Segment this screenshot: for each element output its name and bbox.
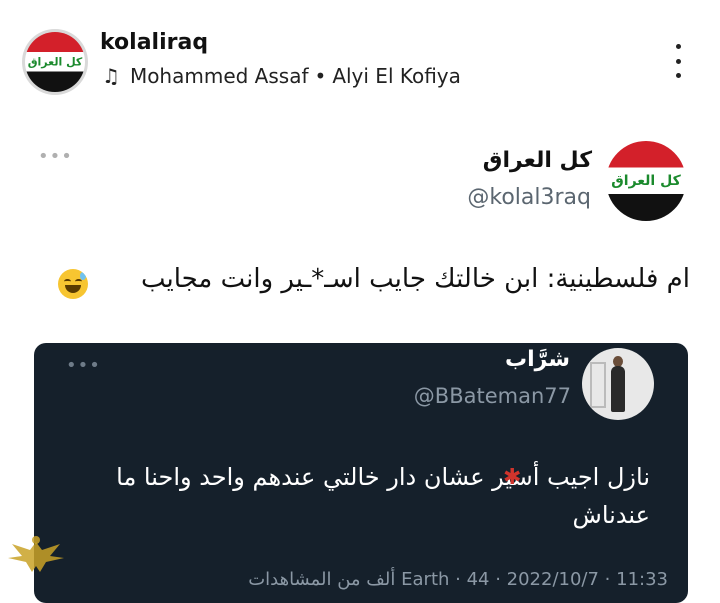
tweet-avatar[interactable]: كل العراق: [606, 141, 686, 221]
music-note-icon: ♫: [102, 64, 120, 88]
tweet-text: ام فلسطينية: ابن خالتك جايب اسـ*ـير وانت…: [140, 264, 690, 294]
avatar-logo-text: كل العراق: [27, 55, 83, 69]
account-avatar[interactable]: كل العراق: [22, 29, 88, 95]
post-username[interactable]: kolaliraq: [100, 30, 208, 55]
tweet-avatar-logo-text: كل العراق: [611, 173, 681, 189]
music-info[interactable]: ♫ Mohammed Assaf • Alyi El Kofiya: [102, 64, 461, 88]
red-star-icon: ✱: [503, 465, 522, 490]
quoted-handle[interactable]: @BBateman77: [414, 384, 571, 408]
tweet-display-name[interactable]: كل العراق: [483, 148, 592, 173]
iraq-flag-logo: كل العراق: [25, 32, 85, 92]
quoted-tweet-card[interactable]: ••• شرَّاب @BBateman77 نازل اجيب أسير عش…: [34, 343, 688, 603]
sweat-smile-emoji-icon: [58, 269, 88, 299]
music-song: Alyi El Kofiya: [332, 64, 461, 88]
quoted-avatar[interactable]: [582, 348, 654, 420]
tweet-more-icon[interactable]: •••: [38, 148, 73, 166]
quoted-display-name[interactable]: شرَّاب: [505, 347, 570, 372]
quoted-tweet-footer: 11:33 · 2022/10/7 · Earth · 44 ألف من ال…: [248, 569, 668, 590]
tweet-handle[interactable]: @kolal3raq: [467, 185, 591, 210]
more-options-icon[interactable]: [671, 44, 685, 78]
quoted-more-icon[interactable]: •••: [66, 357, 101, 375]
quoted-tweet-text: نازل اجيب أسير عشان دار خالتي عندهم واحد…: [116, 463, 650, 529]
music-separator: •: [314, 64, 327, 88]
eagle-watermark-logo: [8, 536, 64, 572]
music-artist: Mohammed Assaf: [129, 64, 309, 88]
